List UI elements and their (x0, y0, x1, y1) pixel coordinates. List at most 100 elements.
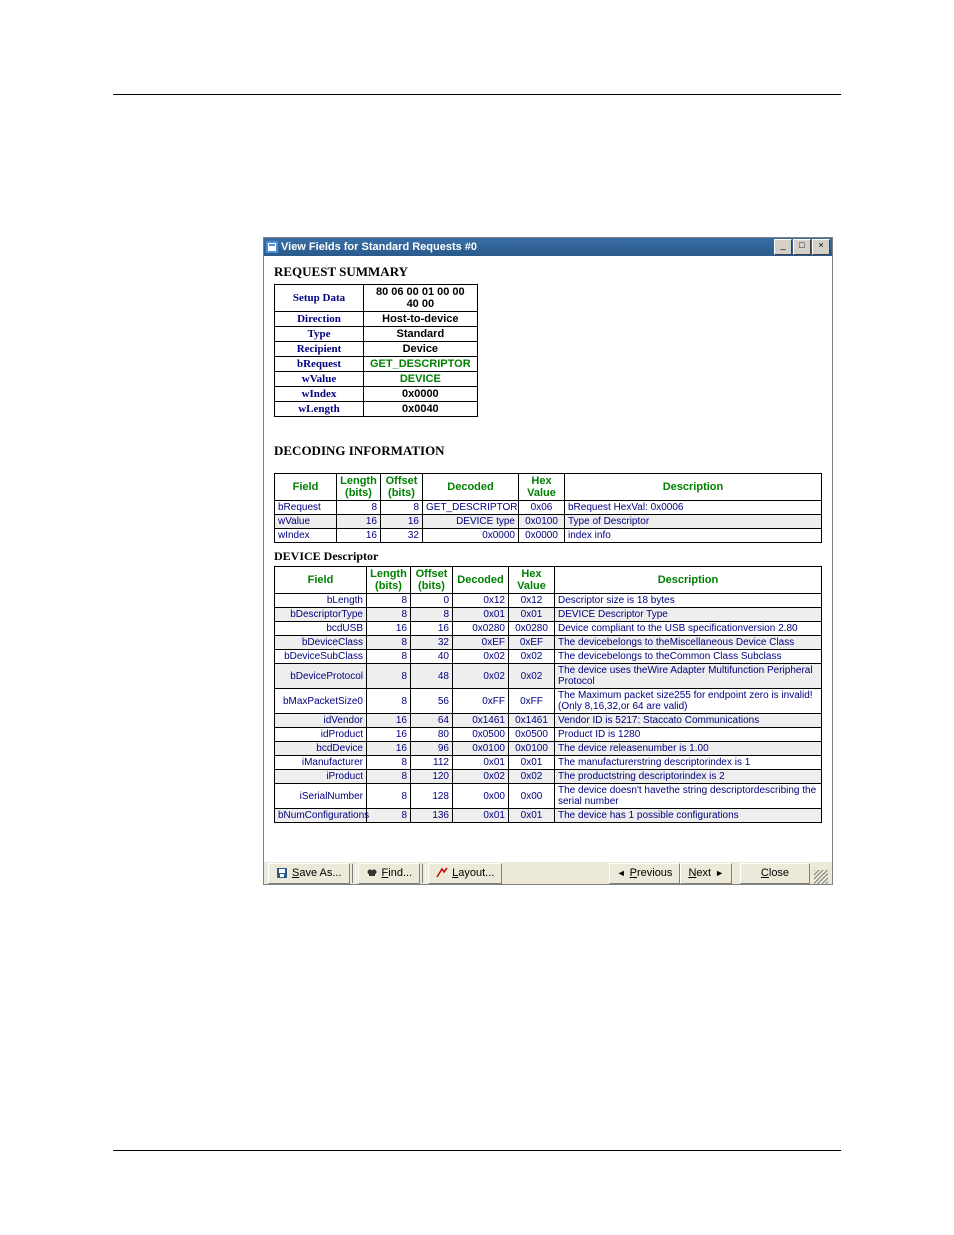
cell: 0x02 (509, 650, 555, 664)
cell: 0xEF (509, 636, 555, 650)
cell: 0xEF (453, 636, 509, 650)
cell: 16 (381, 515, 423, 529)
summary-row: wLength0x0040 (275, 402, 478, 417)
table-row: bLength800x120x12Descriptor size is 18 b… (275, 594, 822, 608)
summary-label: wValue (275, 372, 364, 387)
save-icon (276, 867, 288, 879)
cell: 16 (367, 714, 411, 728)
cell: Descriptor size is 18 bytes (555, 594, 822, 608)
cell: Type of Descriptor (565, 515, 822, 529)
cell: bDeviceSubClass (275, 650, 367, 664)
cell: 8 (337, 501, 381, 515)
summary-label: bRequest (275, 357, 364, 372)
cell: 0 (411, 594, 453, 608)
cell: 48 (411, 664, 453, 689)
cell: 8 (367, 756, 411, 770)
resize-grip[interactable] (814, 870, 828, 884)
close-dialog-button[interactable]: Close (740, 863, 810, 884)
cell: 0x1461 (453, 714, 509, 728)
section-decoding-info: DECODING INFORMATION (274, 443, 822, 459)
saveas-button[interactable]: Save As... (268, 863, 350, 884)
cell: The device doesn't havethe string descri… (555, 784, 822, 809)
cell: 0x01 (509, 608, 555, 622)
column-header: Description (565, 474, 822, 501)
maximize-button[interactable]: □ (793, 239, 811, 255)
cell: 8 (367, 809, 411, 823)
cell: The productstring descriptorindex is 2 (555, 770, 822, 784)
cell: 56 (411, 689, 453, 714)
cell: 0x0000 (423, 529, 519, 543)
summary-value: Host-to-device (364, 312, 478, 327)
next-button[interactable]: Next ► (680, 863, 732, 884)
cell: 0x00 (509, 784, 555, 809)
decode-header-row: FieldLength(bits)Offset(bits)DecodedHex … (275, 474, 822, 501)
table-row: bMaxPacketSize08560xFF0xFFThe Maximum pa… (275, 689, 822, 714)
binoculars-icon (366, 867, 378, 879)
cell: bcdUSB (275, 622, 367, 636)
summary-row: Setup Data80 06 00 01 00 00 40 00 (275, 285, 478, 312)
table-row: bRequest88GET_DESCRIPTOR0x06bRequest Hex… (275, 501, 822, 515)
app-icon (266, 241, 278, 253)
cell: 80 (411, 728, 453, 742)
cell: Device compliant to the USB specificatio… (555, 622, 822, 636)
summary-row: DirectionHost-to-device (275, 312, 478, 327)
cell: DEVICE Descriptor Type (555, 608, 822, 622)
table-row: idProduct16800x05000x0500Product ID is 1… (275, 728, 822, 742)
cell: 0x02 (453, 650, 509, 664)
cell: 8 (367, 608, 411, 622)
cell: bRequest HexVal: 0x0006 (565, 501, 822, 515)
cell: The device releasenumber is 1.00 (555, 742, 822, 756)
cell: iManufacturer (275, 756, 367, 770)
table-row: bDeviceProtocol8480x020x02The device use… (275, 664, 822, 689)
cell: The devicebelongs to theCommon Class Sub… (555, 650, 822, 664)
cell: 0x0280 (509, 622, 555, 636)
cell: bRequest (275, 501, 337, 515)
section-request-summary: REQUEST SUMMARY (274, 264, 822, 280)
summary-row: TypeStandard (275, 327, 478, 342)
device-descriptor-table: FieldLength(bits)Offset(bits)DecodedHex … (274, 566, 822, 823)
summary-label: Direction (275, 312, 364, 327)
cell: 0x06 (519, 501, 565, 515)
cell: The manufacturerstring descriptorindex i… (555, 756, 822, 770)
summary-value: 80 06 00 01 00 00 40 00 (364, 285, 478, 312)
table-row: bDescriptorType880x010x01DEVICE Descript… (275, 608, 822, 622)
cell: DEVICE type (423, 515, 519, 529)
cell: Product ID is 1280 (555, 728, 822, 742)
cell: index info (565, 529, 822, 543)
column-header: Field (275, 567, 367, 594)
summary-label: Recipient (275, 342, 364, 357)
cell: bLength (275, 594, 367, 608)
cell: wValue (275, 515, 337, 529)
cell: 0x02 (509, 770, 555, 784)
cell: The devicebelongs to theMiscellaneous De… (555, 636, 822, 650)
column-header: Hex Value (509, 567, 555, 594)
cell: wIndex (275, 529, 337, 543)
layout-button[interactable]: Layout... (428, 863, 502, 884)
window-title: View Fields for Standard Requests #0 (281, 241, 773, 253)
cell: 0x01 (453, 756, 509, 770)
close-button[interactable]: × (812, 239, 830, 255)
cell: bMaxPacketSize0 (275, 689, 367, 714)
cell: 0xFF (453, 689, 509, 714)
minimize-button[interactable]: _ (774, 239, 792, 255)
cell: 16 (367, 622, 411, 636)
cell: 136 (411, 809, 453, 823)
cell: 0x02 (453, 770, 509, 784)
cell: 96 (411, 742, 453, 756)
cell: 0xFF (509, 689, 555, 714)
cell: 32 (411, 636, 453, 650)
table-row: bcdUSB16160x02800x0280Device compliant t… (275, 622, 822, 636)
cell: 0x01 (509, 809, 555, 823)
column-header: Length(bits) (367, 567, 411, 594)
cell: 0x02 (509, 664, 555, 689)
table-row: wIndex16320x00000x0000index info (275, 529, 822, 543)
cell: bDescriptorType (275, 608, 367, 622)
cell: 16 (337, 529, 381, 543)
cell: GET_DESCRIPTOR (423, 501, 519, 515)
cell: 8 (367, 770, 411, 784)
find-button[interactable]: Find... (358, 863, 421, 884)
summary-label: Setup Data (275, 285, 364, 312)
cell: 0x12 (453, 594, 509, 608)
layout-icon (436, 867, 448, 879)
previous-button[interactable]: ◄ Previous (609, 863, 681, 884)
